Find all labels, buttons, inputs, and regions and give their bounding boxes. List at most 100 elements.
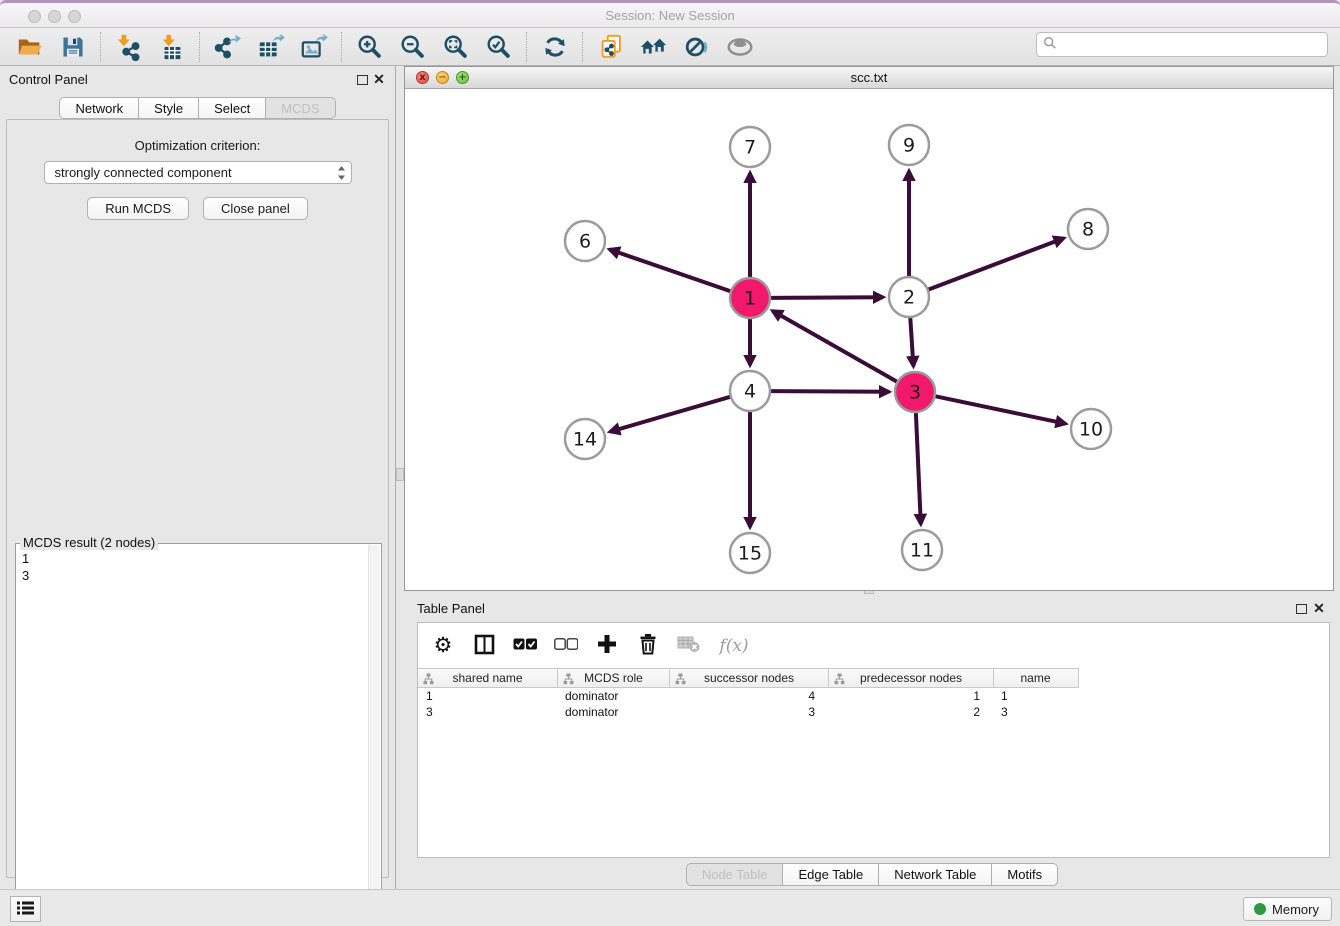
zoom-out-button[interactable] bbox=[398, 32, 428, 62]
table-cell[interactable]: 1 bbox=[828, 689, 993, 703]
table-row[interactable]: 3dominator323 bbox=[418, 704, 1329, 720]
edge-3-11[interactable] bbox=[916, 413, 921, 524]
control-panel: Control Panel ✕ NetworkStyleSelectMCDS O… bbox=[0, 66, 396, 889]
import-table-button[interactable] bbox=[157, 32, 187, 62]
birds-eye-view-button[interactable] bbox=[725, 32, 755, 62]
import-network-button[interactable] bbox=[114, 32, 144, 62]
svg-text:6: 6 bbox=[579, 231, 591, 253]
table-cell[interactable]: 3 bbox=[418, 705, 557, 719]
table-cell[interactable]: dominator bbox=[557, 705, 669, 719]
tab-edge-table[interactable]: Edge Table bbox=[783, 863, 879, 886]
table-row[interactable]: 1dominator411 bbox=[418, 688, 1329, 704]
tab-select[interactable]: Select bbox=[199, 97, 266, 119]
node-15[interactable]: 15 bbox=[730, 533, 770, 573]
toggle-graphics-details-button[interactable] bbox=[682, 32, 712, 62]
optimization-criterion-select[interactable]: strongly connected component bbox=[44, 161, 352, 184]
node-3[interactable]: 3 bbox=[895, 372, 935, 412]
edge-3-1[interactable] bbox=[773, 311, 897, 382]
node-8[interactable]: 8 bbox=[1068, 209, 1108, 249]
eye-icon bbox=[725, 34, 755, 60]
table-cell[interactable]: 1 bbox=[418, 689, 557, 703]
delete-table-button[interactable] bbox=[676, 633, 702, 659]
attribute-icon bbox=[423, 673, 434, 688]
column-header-predecessor-nodes[interactable]: predecessor nodes bbox=[828, 669, 993, 687]
table-cell[interactable]: 1 bbox=[993, 689, 1077, 703]
tab-network[interactable]: Network bbox=[59, 97, 139, 119]
vertical-splitter-grip[interactable] bbox=[396, 468, 404, 481]
apply-layout-button[interactable] bbox=[540, 32, 570, 62]
table-cell[interactable]: 4 bbox=[669, 689, 828, 703]
memory-button[interactable]: Memory bbox=[1243, 897, 1332, 921]
edge-1-2[interactable] bbox=[771, 297, 883, 298]
close-panel-button[interactable]: Close panel bbox=[203, 197, 308, 220]
run-mcds-button[interactable]: Run MCDS bbox=[87, 197, 189, 220]
export-table-icon bbox=[257, 33, 285, 61]
mcds-result-list[interactable]: 13 bbox=[16, 545, 368, 914]
open-session-button[interactable] bbox=[15, 32, 45, 62]
node-2[interactable]: 2 bbox=[889, 277, 929, 317]
close-panel-icon[interactable]: ✕ bbox=[372, 71, 386, 88]
memory-status-icon bbox=[1254, 903, 1266, 915]
column-header-shared-name[interactable]: shared name bbox=[418, 669, 557, 687]
edge-3-10[interactable] bbox=[936, 396, 1066, 423]
tab-network-table[interactable]: Network Table bbox=[879, 863, 992, 886]
close-panel-icon[interactable]: ✕ bbox=[1312, 600, 1326, 617]
edge-4-3[interactable] bbox=[771, 391, 889, 392]
float-panel-icon[interactable] bbox=[357, 75, 368, 85]
edge-2-3[interactable] bbox=[910, 318, 913, 366]
node-9[interactable]: 9 bbox=[889, 125, 929, 165]
table-cell[interactable]: 3 bbox=[993, 705, 1077, 719]
save-session-button[interactable] bbox=[58, 32, 88, 62]
export-table-button[interactable] bbox=[256, 32, 286, 62]
table-cell[interactable]: dominator bbox=[557, 689, 669, 703]
import-network-icon bbox=[115, 33, 143, 61]
tab-node-table[interactable]: Node Table bbox=[686, 863, 784, 886]
svg-text:1: 1 bbox=[744, 288, 756, 310]
export-network-button[interactable] bbox=[213, 32, 243, 62]
main-toolbar bbox=[0, 28, 1340, 66]
table-panel: Table Panel ✕ ⚙ f(x) shared nameMCDS rol… bbox=[404, 595, 1340, 889]
node-10[interactable]: 10 bbox=[1071, 409, 1111, 449]
column-header-MCDS-role[interactable]: MCDS role bbox=[557, 669, 669, 687]
column-header-name[interactable]: name bbox=[993, 669, 1077, 687]
edge-4-14[interactable] bbox=[610, 397, 730, 432]
table-cell[interactable]: 3 bbox=[669, 705, 828, 719]
network-canvas[interactable]: 7 9 6 8 1 2 4 3 14 10 15 11 bbox=[405, 89, 1333, 590]
export-image-button[interactable] bbox=[299, 32, 329, 62]
clone-network-button[interactable] bbox=[596, 32, 626, 62]
result-scrollbar[interactable] bbox=[368, 545, 380, 913]
first-neighbors-button[interactable] bbox=[639, 32, 669, 62]
node-7[interactable]: 7 bbox=[730, 127, 770, 167]
tab-motifs[interactable]: Motifs bbox=[992, 863, 1058, 886]
tab-mcds[interactable]: MCDS bbox=[266, 97, 335, 119]
svg-text:14: 14 bbox=[573, 429, 597, 451]
toolbar-separator bbox=[100, 32, 101, 62]
edge-2-8[interactable] bbox=[929, 238, 1064, 289]
node-4[interactable]: 4 bbox=[730, 371, 770, 411]
edge-1-6[interactable] bbox=[610, 250, 731, 292]
node-11[interactable]: 11 bbox=[902, 530, 942, 570]
show-panels-button[interactable] bbox=[10, 896, 41, 922]
zoom-selected-button[interactable] bbox=[484, 32, 514, 62]
create-column-button[interactable] bbox=[594, 633, 620, 659]
tab-style[interactable]: Style bbox=[139, 97, 199, 119]
svg-text:9: 9 bbox=[903, 135, 915, 157]
deselect-all-button[interactable] bbox=[553, 633, 579, 659]
node-6[interactable]: 6 bbox=[565, 221, 605, 261]
zoom-in-button[interactable] bbox=[355, 32, 385, 62]
network-window-titlebar[interactable]: x − + scc.txt bbox=[405, 67, 1333, 89]
search-icon bbox=[1043, 36, 1057, 53]
zoom-fit-button[interactable] bbox=[441, 32, 471, 62]
show-columns-button[interactable] bbox=[471, 633, 497, 659]
table-cell[interactable]: 2 bbox=[828, 705, 993, 719]
float-panel-icon[interactable] bbox=[1296, 604, 1307, 614]
column-header-successor-nodes[interactable]: successor nodes bbox=[669, 669, 828, 687]
function-builder-button[interactable]: f(x) bbox=[717, 633, 751, 659]
delete-column-button[interactable] bbox=[635, 633, 661, 659]
node-14[interactable]: 14 bbox=[565, 419, 605, 459]
table-settings-button[interactable]: ⚙ bbox=[430, 633, 456, 659]
search-input[interactable] bbox=[1057, 35, 1327, 55]
select-all-button[interactable] bbox=[512, 633, 538, 659]
node-1[interactable]: 1 bbox=[730, 278, 770, 318]
optimization-criterion-label: Optimization criterion: bbox=[7, 138, 388, 153]
